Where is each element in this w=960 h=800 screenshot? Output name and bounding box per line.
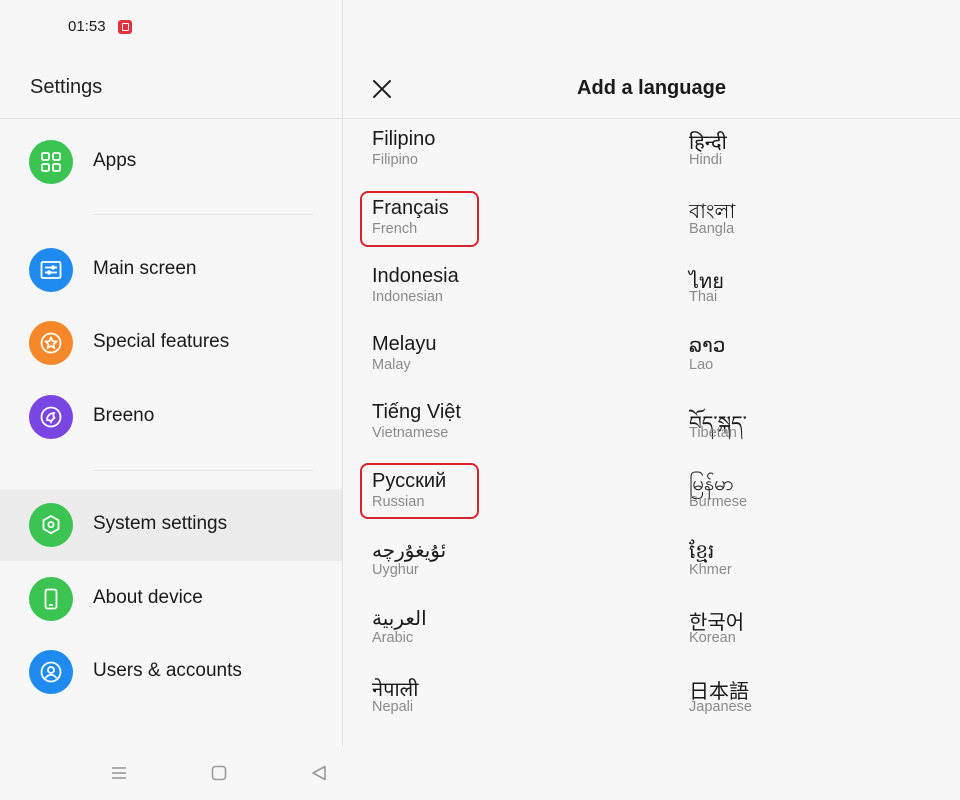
home-icon[interactable] — [210, 764, 228, 782]
hexagon-settings-icon — [29, 503, 73, 547]
language-option-filipino[interactable]: Filipino Filipino — [372, 128, 622, 188]
language-option-tibetan[interactable]: བོད་སྐད་ Tibetan — [689, 401, 939, 461]
divider — [93, 214, 313, 215]
language-native-name: Melayu — [372, 333, 437, 355]
settings-item-system-settings[interactable]: System settings — [0, 489, 342, 561]
breeno-icon — [29, 395, 73, 439]
star-icon — [29, 321, 73, 365]
main-screen-icon — [29, 248, 73, 292]
language-option-indonesian[interactable]: Indonesia Indonesian — [372, 265, 622, 325]
language-english-name: Tibetan — [689, 425, 737, 441]
language-english-name: Nepali — [372, 699, 414, 715]
language-native-name: ئۇيغۇرچە — [372, 540, 447, 562]
language-english-name: Khmer — [689, 562, 732, 578]
language-english-name: Malay — [372, 357, 411, 373]
language-option-vietnamese[interactable]: Tiếng Việt Vietnamese — [372, 401, 622, 461]
language-native-name: नेपाली — [372, 679, 419, 701]
language-native-name: ລາວ — [689, 335, 726, 357]
language-option-thai[interactable]: ไทย Thai — [689, 265, 939, 325]
language-english-name: Filipino — [372, 152, 418, 168]
settings-item-breeno[interactable]: Breeno — [0, 381, 342, 453]
settings-item-label: Main screen — [93, 258, 197, 279]
language-english-name: Burmese — [689, 494, 748, 510]
settings-item-label: Users & accounts — [93, 660, 242, 681]
language-option-nepali[interactable]: नेपाली Nepali — [372, 675, 622, 735]
language-native-name: Filipino — [372, 128, 436, 150]
language-english-name: Hindi — [689, 152, 723, 168]
screen-record-icon — [118, 20, 132, 34]
phone-icon — [29, 577, 73, 621]
language-english-name: Lao — [689, 357, 714, 373]
user-account-icon — [29, 650, 73, 694]
divider — [93, 470, 313, 471]
language-english-name: Japanese — [689, 699, 752, 715]
language-option-lao[interactable]: ລາວ Lao — [689, 333, 939, 393]
settings-item-label: Apps — [93, 150, 137, 171]
back-icon[interactable] — [310, 764, 328, 782]
language-option-malay[interactable]: Melayu Malay — [372, 333, 622, 393]
language-native-name: हिन्दी — [689, 132, 727, 154]
language-english-name: Indonesian — [372, 289, 443, 305]
language-native-name: العربية — [372, 608, 427, 630]
language-option-bangla[interactable]: বাংলা Bangla — [689, 197, 939, 257]
divider — [343, 118, 960, 119]
language-english-name: Korean — [689, 630, 736, 646]
settings-item-label: Special features — [93, 331, 230, 352]
add-language-pane: Add a language Filipino Filipino Françai… — [343, 0, 960, 800]
page-title: Settings — [30, 76, 103, 98]
divider — [0, 118, 342, 119]
settings-item-users-accounts[interactable]: Users & accounts — [0, 636, 342, 708]
language-option-french[interactable]: Français French — [372, 197, 622, 257]
settings-item-label: System settings — [93, 513, 228, 534]
apps-grid-icon — [29, 140, 73, 184]
settings-item-main-screen[interactable]: Main screen — [0, 234, 342, 306]
settings-item-label: About device — [93, 587, 203, 608]
language-english-name: Arabic — [372, 630, 414, 646]
settings-pane: 01:53 Settings Apps Main screen Special … — [0, 0, 342, 746]
status-time: 01:53 — [68, 18, 106, 35]
dialog-title: Add a language — [577, 77, 726, 99]
settings-item-about-device[interactable]: About device — [0, 563, 342, 635]
language-option-uyghur[interactable]: ئۇيغۇرچە Uyghur — [372, 538, 622, 598]
menu-icon[interactable] — [110, 764, 128, 782]
navigation-bar — [0, 746, 342, 800]
language-native-name: Tiếng Việt — [372, 401, 461, 423]
language-option-korean[interactable]: 한국어 Korean — [689, 606, 939, 666]
settings-item-apps[interactable]: Apps — [0, 126, 342, 198]
settings-item-label: Breeno — [93, 405, 155, 426]
language-native-name: Français — [372, 197, 449, 219]
language-option-burmese[interactable]: မြန်မာ Burmese — [689, 470, 939, 530]
language-english-name: Vietnamese — [372, 425, 449, 441]
language-native-name: Indonesia — [372, 265, 459, 287]
language-option-hindi[interactable]: हिन्दी Hindi — [689, 128, 939, 188]
settings-item-special-features[interactable]: Special features — [0, 307, 342, 379]
language-option-japanese[interactable]: 日本語 Japanese — [689, 675, 939, 735]
language-english-name: French — [372, 221, 418, 237]
language-option-khmer[interactable]: ខ្មែរ Khmer — [689, 538, 939, 598]
language-native-name: Русский — [372, 470, 447, 492]
language-english-name: Thai — [689, 289, 718, 305]
language-option-arabic[interactable]: العربية Arabic — [372, 606, 622, 666]
language-option-russian[interactable]: Русский Russian — [372, 470, 622, 530]
language-english-name: Russian — [372, 494, 425, 510]
language-english-name: Bangla — [689, 221, 735, 237]
language-english-name: Uyghur — [372, 562, 419, 578]
